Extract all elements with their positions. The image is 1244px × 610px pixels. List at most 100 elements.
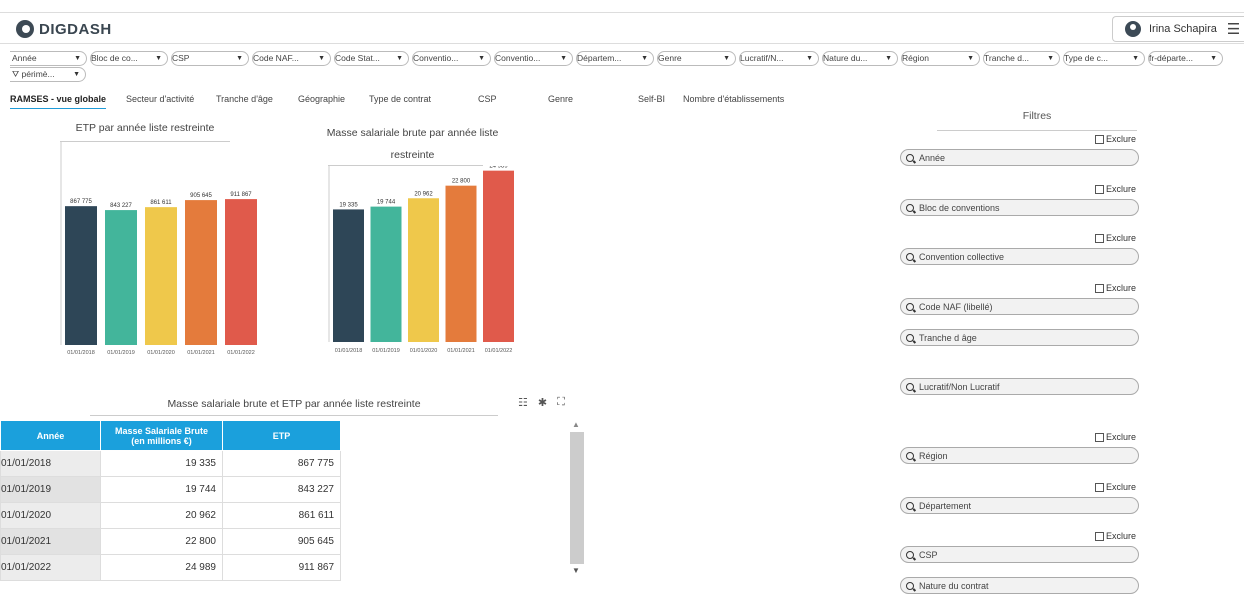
tab-item[interactable]: Secteur d'activité	[126, 93, 194, 109]
bar-01/01/2020[interactable]	[408, 198, 439, 342]
filter-search-input[interactable]: Nature du contrat	[900, 577, 1139, 594]
filter-search-input[interactable]: Département	[900, 497, 1139, 514]
fullscreen-icon[interactable]: ⛶	[557, 396, 565, 409]
filter-chip[interactable]: Région ▼	[901, 51, 980, 66]
filter-chip[interactable]: Conventio... ▼	[494, 51, 573, 66]
checkbox-icon[interactable]	[1094, 531, 1104, 541]
filter-chip-label: Lucratif/N...	[740, 53, 784, 63]
filter-search-input[interactable]: Tranche d âge	[900, 329, 1139, 346]
tab-item[interactable]: Type de contrat	[369, 93, 431, 109]
gear-icon[interactable]: ✱	[538, 396, 547, 409]
user-menu[interactable]: Irina Schapira ☰	[1112, 16, 1244, 42]
filter-chip[interactable]: fr-départe... ▼	[1148, 51, 1223, 66]
filter-search-input[interactable]: Année	[900, 149, 1139, 166]
bar-01/01/2022[interactable]	[483, 170, 514, 342]
filter-search-input[interactable]: Région	[900, 447, 1139, 464]
app-logo[interactable]: DIGDASH	[16, 20, 112, 38]
checkbox-icon[interactable]	[1094, 184, 1104, 194]
exclude-checkbox[interactable]: Exclure	[1094, 283, 1136, 293]
filter-chip[interactable]: CSP ▼	[171, 51, 249, 66]
cell-masse: 19 335	[100, 450, 223, 477]
filter-chip[interactable]: ⛛ périmè... ▼	[10, 67, 86, 82]
caret-down-icon: ▼	[1132, 55, 1139, 62]
bar-01/01/2018[interactable]	[333, 209, 364, 342]
cell-masse: 20 962	[100, 502, 223, 529]
filter-search-placeholder: Code NAF (libellé)	[919, 301, 993, 312]
search-icon	[906, 203, 914, 212]
table-row[interactable]: 01/01/2018 19 335 867 775	[0, 450, 341, 477]
filter-chip[interactable]: Année ▼	[10, 51, 87, 66]
filter-chip-label: Conventio...	[413, 53, 459, 63]
tab-item[interactable]: Tranche d'âge	[216, 93, 273, 109]
table-row[interactable]: 01/01/2021 22 800 905 645	[0, 528, 341, 555]
filter-chip[interactable]: Type de c... ▼	[1063, 51, 1145, 66]
bar-01/01/2019[interactable]	[370, 206, 402, 342]
scroll-down-arrow-icon[interactable]: ▼	[572, 566, 580, 575]
table-row[interactable]: 01/01/2022 24 989 911 867	[0, 554, 341, 581]
exclude-checkbox[interactable]: Exclure	[1094, 531, 1136, 541]
exclude-label: Exclure	[1105, 134, 1136, 144]
checkbox-icon[interactable]	[1094, 233, 1104, 243]
filter-search-input[interactable]: Code NAF (libellé)	[900, 298, 1139, 315]
tab-item[interactable]: RAMSES - vue globale	[10, 93, 107, 109]
filter-chip[interactable]: Bloc de co... ▼	[90, 51, 168, 66]
scrollbar-thumb[interactable]	[570, 432, 584, 564]
table-row[interactable]: 01/01/2020 20 962 861 611	[0, 502, 341, 529]
bar-01/01/2021[interactable]	[185, 200, 217, 345]
col-header-year[interactable]: Année	[0, 420, 101, 451]
filter-search-input[interactable]: CSP	[900, 546, 1139, 563]
filter-chip[interactable]: Conventio... ▼	[412, 51, 491, 66]
hamburger-menu-icon[interactable]: ☰	[1227, 20, 1240, 38]
tab-item[interactable]: Géographie	[298, 93, 345, 109]
bar-01/01/2022[interactable]	[225, 199, 257, 345]
masse-etp-table: Année Masse Salariale Brute (en millions…	[0, 420, 341, 581]
bar-data-label: 867 775	[70, 199, 92, 205]
list-icon[interactable]: ☷	[518, 396, 528, 409]
checkbox-icon[interactable]	[1094, 432, 1104, 442]
table-scrollbar[interactable]: ▲ ▼	[566, 420, 584, 580]
exclude-checkbox[interactable]: Exclure	[1094, 482, 1136, 492]
cell-year: 01/01/2022	[0, 554, 101, 581]
exclude-checkbox[interactable]: Exclure	[1094, 184, 1136, 194]
bar-01/01/2019[interactable]	[105, 210, 137, 345]
checkbox-icon[interactable]	[1094, 283, 1104, 293]
caret-down-icon: ▼	[396, 55, 403, 62]
bar-01/01/2020[interactable]	[145, 207, 177, 345]
bar-01/01/2021[interactable]	[445, 185, 477, 342]
bar-data-label: 20 962	[414, 191, 433, 197]
scroll-up-arrow-icon[interactable]: ▲	[572, 420, 580, 429]
filter-chip[interactable]: Genre ▼	[657, 51, 736, 66]
chart-etp-title-text: ETP par année liste restreinte	[75, 122, 215, 134]
filter-search-input[interactable]: Convention collective	[900, 248, 1139, 265]
filter-chip-label: Région	[902, 53, 929, 63]
col-header-masse[interactable]: Masse Salariale Brute (en millions €)	[100, 420, 223, 451]
filter-chip[interactable]: Départem... ▼	[576, 51, 654, 66]
exclude-checkbox[interactable]: Exclure	[1094, 233, 1136, 243]
caret-down-icon: ▼	[723, 55, 730, 62]
bar-data-label: 24 989	[489, 166, 508, 170]
checkbox-icon[interactable]	[1094, 134, 1104, 144]
table-row[interactable]: 01/01/2019 19 744 843 227	[0, 476, 341, 503]
filter-chip[interactable]: Code NAF... ▼	[252, 51, 331, 66]
exclude-checkbox[interactable]: Exclure	[1094, 432, 1136, 442]
col-header-etp[interactable]: ETP	[222, 420, 341, 451]
tab-item[interactable]: CSP	[478, 93, 497, 109]
x-tick-label: 01/01/2021	[447, 348, 475, 354]
exclude-checkbox[interactable]: Exclure	[1094, 134, 1136, 144]
bar-01/01/2018[interactable]	[65, 206, 97, 345]
tab-item[interactable]: Self-BI	[638, 93, 665, 109]
x-tick-label: 01/01/2019	[372, 348, 400, 354]
filter-chip[interactable]: Code Stat... ▼	[334, 51, 409, 66]
filter-chip[interactable]: Nature du... ▼	[822, 51, 898, 66]
dashboard: DIGDASH Irina Schapira ☰ Année ▼ Bloc de c…	[0, 0, 1244, 610]
filter-search-input[interactable]: Bloc de conventions	[900, 199, 1139, 216]
filter-chip[interactable]: Tranche d... ▼	[983, 51, 1060, 66]
filter-chip[interactable]: Lucratif/N... ▼	[739, 51, 819, 66]
caret-down-icon: ▼	[560, 55, 567, 62]
checkbox-icon[interactable]	[1094, 482, 1104, 492]
filter-chip-label: périmè...	[21, 69, 55, 79]
tab-item[interactable]: Nombre d'établissements	[683, 93, 784, 109]
filter-search-input[interactable]: Lucratif/Non Lucratif	[900, 378, 1139, 395]
tab-item[interactable]: Genre	[548, 93, 573, 109]
caret-down-icon: ▼	[74, 55, 81, 62]
